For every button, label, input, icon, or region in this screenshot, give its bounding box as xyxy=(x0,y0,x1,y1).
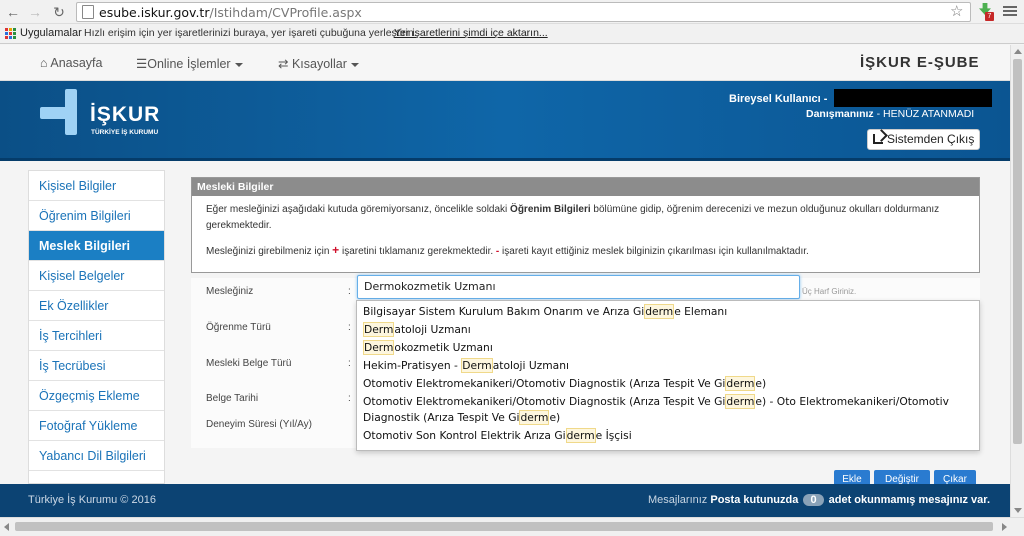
back-icon[interactable]: ← xyxy=(4,3,22,21)
forward-icon[interactable]: → xyxy=(26,3,44,21)
url-text: esube.iskur.gov.tr/Istihdam/CVProfile.as… xyxy=(99,5,362,20)
page-footer: Türkiye İş Kurumu © 2016 Mesajlarınız Po… xyxy=(0,484,1010,517)
autocomplete-option[interactable]: Otomotiv Elektromekanikeri/Otomotiv Diag… xyxy=(357,393,979,427)
sidebar-item-extra-features[interactable]: Ek Özellikler xyxy=(29,291,164,321)
sidebar-item-personal-documents[interactable]: Kişisel Belgeler xyxy=(29,261,164,291)
apps-link[interactable]: Uygulamalar xyxy=(20,24,82,43)
experience-label: Deneyim Süresi (Yıl/Ay) xyxy=(206,419,312,430)
profile-sidebar: Kişisel Bilgiler Öğrenim Bilgileri Mesle… xyxy=(28,170,165,484)
messages-summary[interactable]: Mesajlarınız Posta kutunuzda 0 adet okun… xyxy=(648,494,990,506)
iskur-logo[interactable]: İŞKUR TÜRKİYE İŞ KURUMU xyxy=(38,87,178,151)
occupation-autocomplete: Bilgisayar Sistem Kurulum Bakım Onarım v… xyxy=(356,300,980,451)
occupation-input[interactable]: Dermokozmetik Uzmanı xyxy=(357,275,800,299)
occupation-info-panel: Mesleki Bilgiler Eğer mesleğinizi aşağıd… xyxy=(191,177,980,273)
panel-instructions: Eğer mesleğinizi aşağıdaki kutuda göremi… xyxy=(192,196,979,260)
chevron-down-icon xyxy=(234,62,243,67)
unread-count-badge: 0 xyxy=(803,494,824,506)
sign-out-icon xyxy=(873,134,883,144)
shuffle-icon: ⇄ xyxy=(278,57,289,71)
copyright: Türkiye İş Kurumu © 2016 xyxy=(28,494,156,506)
autocomplete-option[interactable]: Hekim-Pratisyen - Dermatoloji Uzmanı xyxy=(357,357,979,375)
chevron-down-icon xyxy=(350,62,359,67)
panel-title: Mesleki Bilgiler xyxy=(192,178,979,196)
reload-icon[interactable]: ↻ xyxy=(50,3,68,21)
redacted-username xyxy=(834,89,992,107)
bookmark-star-icon[interactable]: ☆ xyxy=(950,2,963,20)
sidebar-item-education[interactable]: Öğrenim Bilgileri xyxy=(29,201,164,231)
page-icon xyxy=(82,5,94,19)
instruction-line-1: Eğer mesleğinizi aşağıdaki kutuda göremi… xyxy=(206,204,940,231)
sidebar-item-personal-info[interactable]: Kişisel Bilgiler xyxy=(29,171,164,201)
sidebar-item-job-preferences[interactable]: İş Tercihleri xyxy=(29,321,164,351)
sidebar-item-cv-upload[interactable]: Özgeçmiş Ekleme xyxy=(29,381,164,411)
sidebar-item-work-experience[interactable]: İş Tecrübesi xyxy=(29,351,164,381)
occupation-label: Mesleğiniz xyxy=(206,286,254,297)
scroll-left-icon xyxy=(4,523,9,531)
user-type-label: Bireysel Kullanıcı - xyxy=(729,93,828,105)
list-icon: ☰ xyxy=(136,57,148,71)
sidebar-item-photo-upload[interactable]: Fotoğraf Yükleme xyxy=(29,411,164,441)
nav-home[interactable]: ⌂ Anasayfa xyxy=(40,56,102,70)
sidebar-item-occupation[interactable]: Meslek Bilgileri xyxy=(29,231,164,261)
advisor-info: Danışmanınız - HENÜZ ATANMADI xyxy=(806,108,975,120)
browser-menu-icon[interactable] xyxy=(1003,4,1017,20)
occupation-hint: Üç Harf Giriniz. xyxy=(802,287,857,296)
instruction-line-2: Mesleğinizi girebilmeniz için + işaretin… xyxy=(206,243,809,257)
nav-online-operations[interactable]: ☰Online İşlemler xyxy=(136,56,243,71)
logout-button[interactable]: Sistemden Çıkış xyxy=(867,129,980,150)
home-icon: ⌂ xyxy=(40,56,48,70)
sidebar-item-languages[interactable]: Yabancı Dil Bilgileri xyxy=(29,441,164,471)
autocomplete-option[interactable]: Dermatoloji Uzmanı xyxy=(357,321,979,339)
apps-icon[interactable] xyxy=(5,28,16,39)
top-navigation: ⌂ Anasayfa ☰Online İşlemler ⇄ Kısayollar… xyxy=(0,45,1010,81)
document-date-label: Belge Tarihi xyxy=(206,393,259,404)
horizontal-scrollbar[interactable] xyxy=(0,517,1024,536)
address-bar[interactable]: esube.iskur.gov.tr/Istihdam/CVProfile.as… xyxy=(76,2,971,22)
scroll-right-icon xyxy=(1002,523,1007,531)
browser-toolbar: ← → ↻ esube.iskur.gov.tr/Istihdam/CVProf… xyxy=(0,0,1024,24)
autocomplete-option[interactable]: Bilgisayar Sistem Kurulum Bakım Onarım v… xyxy=(357,303,979,321)
vertical-scrollbar[interactable] xyxy=(1010,45,1024,517)
download-extension-icon[interactable]: 7 xyxy=(977,3,994,21)
header-banner: İŞKUR TÜRKİYE İŞ KURUMU Bireysel Kullanı… xyxy=(0,81,1010,161)
bookmarks-bar: Uygulamalar Hızlı erişim için yer işaret… xyxy=(0,24,1024,44)
autocomplete-option[interactable]: Dermokozmetik Uzmanı xyxy=(357,339,979,357)
site-brand: İŞKUR E-ŞUBE xyxy=(860,54,980,71)
nav-shortcuts[interactable]: ⇄ Kısayollar xyxy=(278,56,359,71)
autocomplete-option[interactable]: Otomotiv Elektromekanikeri/Otomotiv Diag… xyxy=(357,375,979,393)
bookmarks-hint: Hızlı erişim için yer işaretlerinizi bur… xyxy=(84,27,417,39)
document-type-label: Mesleki Belge Türü xyxy=(206,358,292,369)
scroll-up-icon xyxy=(1014,49,1022,54)
learning-type-label: Öğrenme Türü xyxy=(206,322,271,333)
import-bookmarks-link[interactable]: Yer işaretlerini şimdi içe aktarın... xyxy=(394,24,548,43)
scroll-down-icon xyxy=(1014,508,1022,513)
autocomplete-option[interactable]: Otomotiv Son Kontrol Elektrik Arıza Gide… xyxy=(357,427,979,445)
